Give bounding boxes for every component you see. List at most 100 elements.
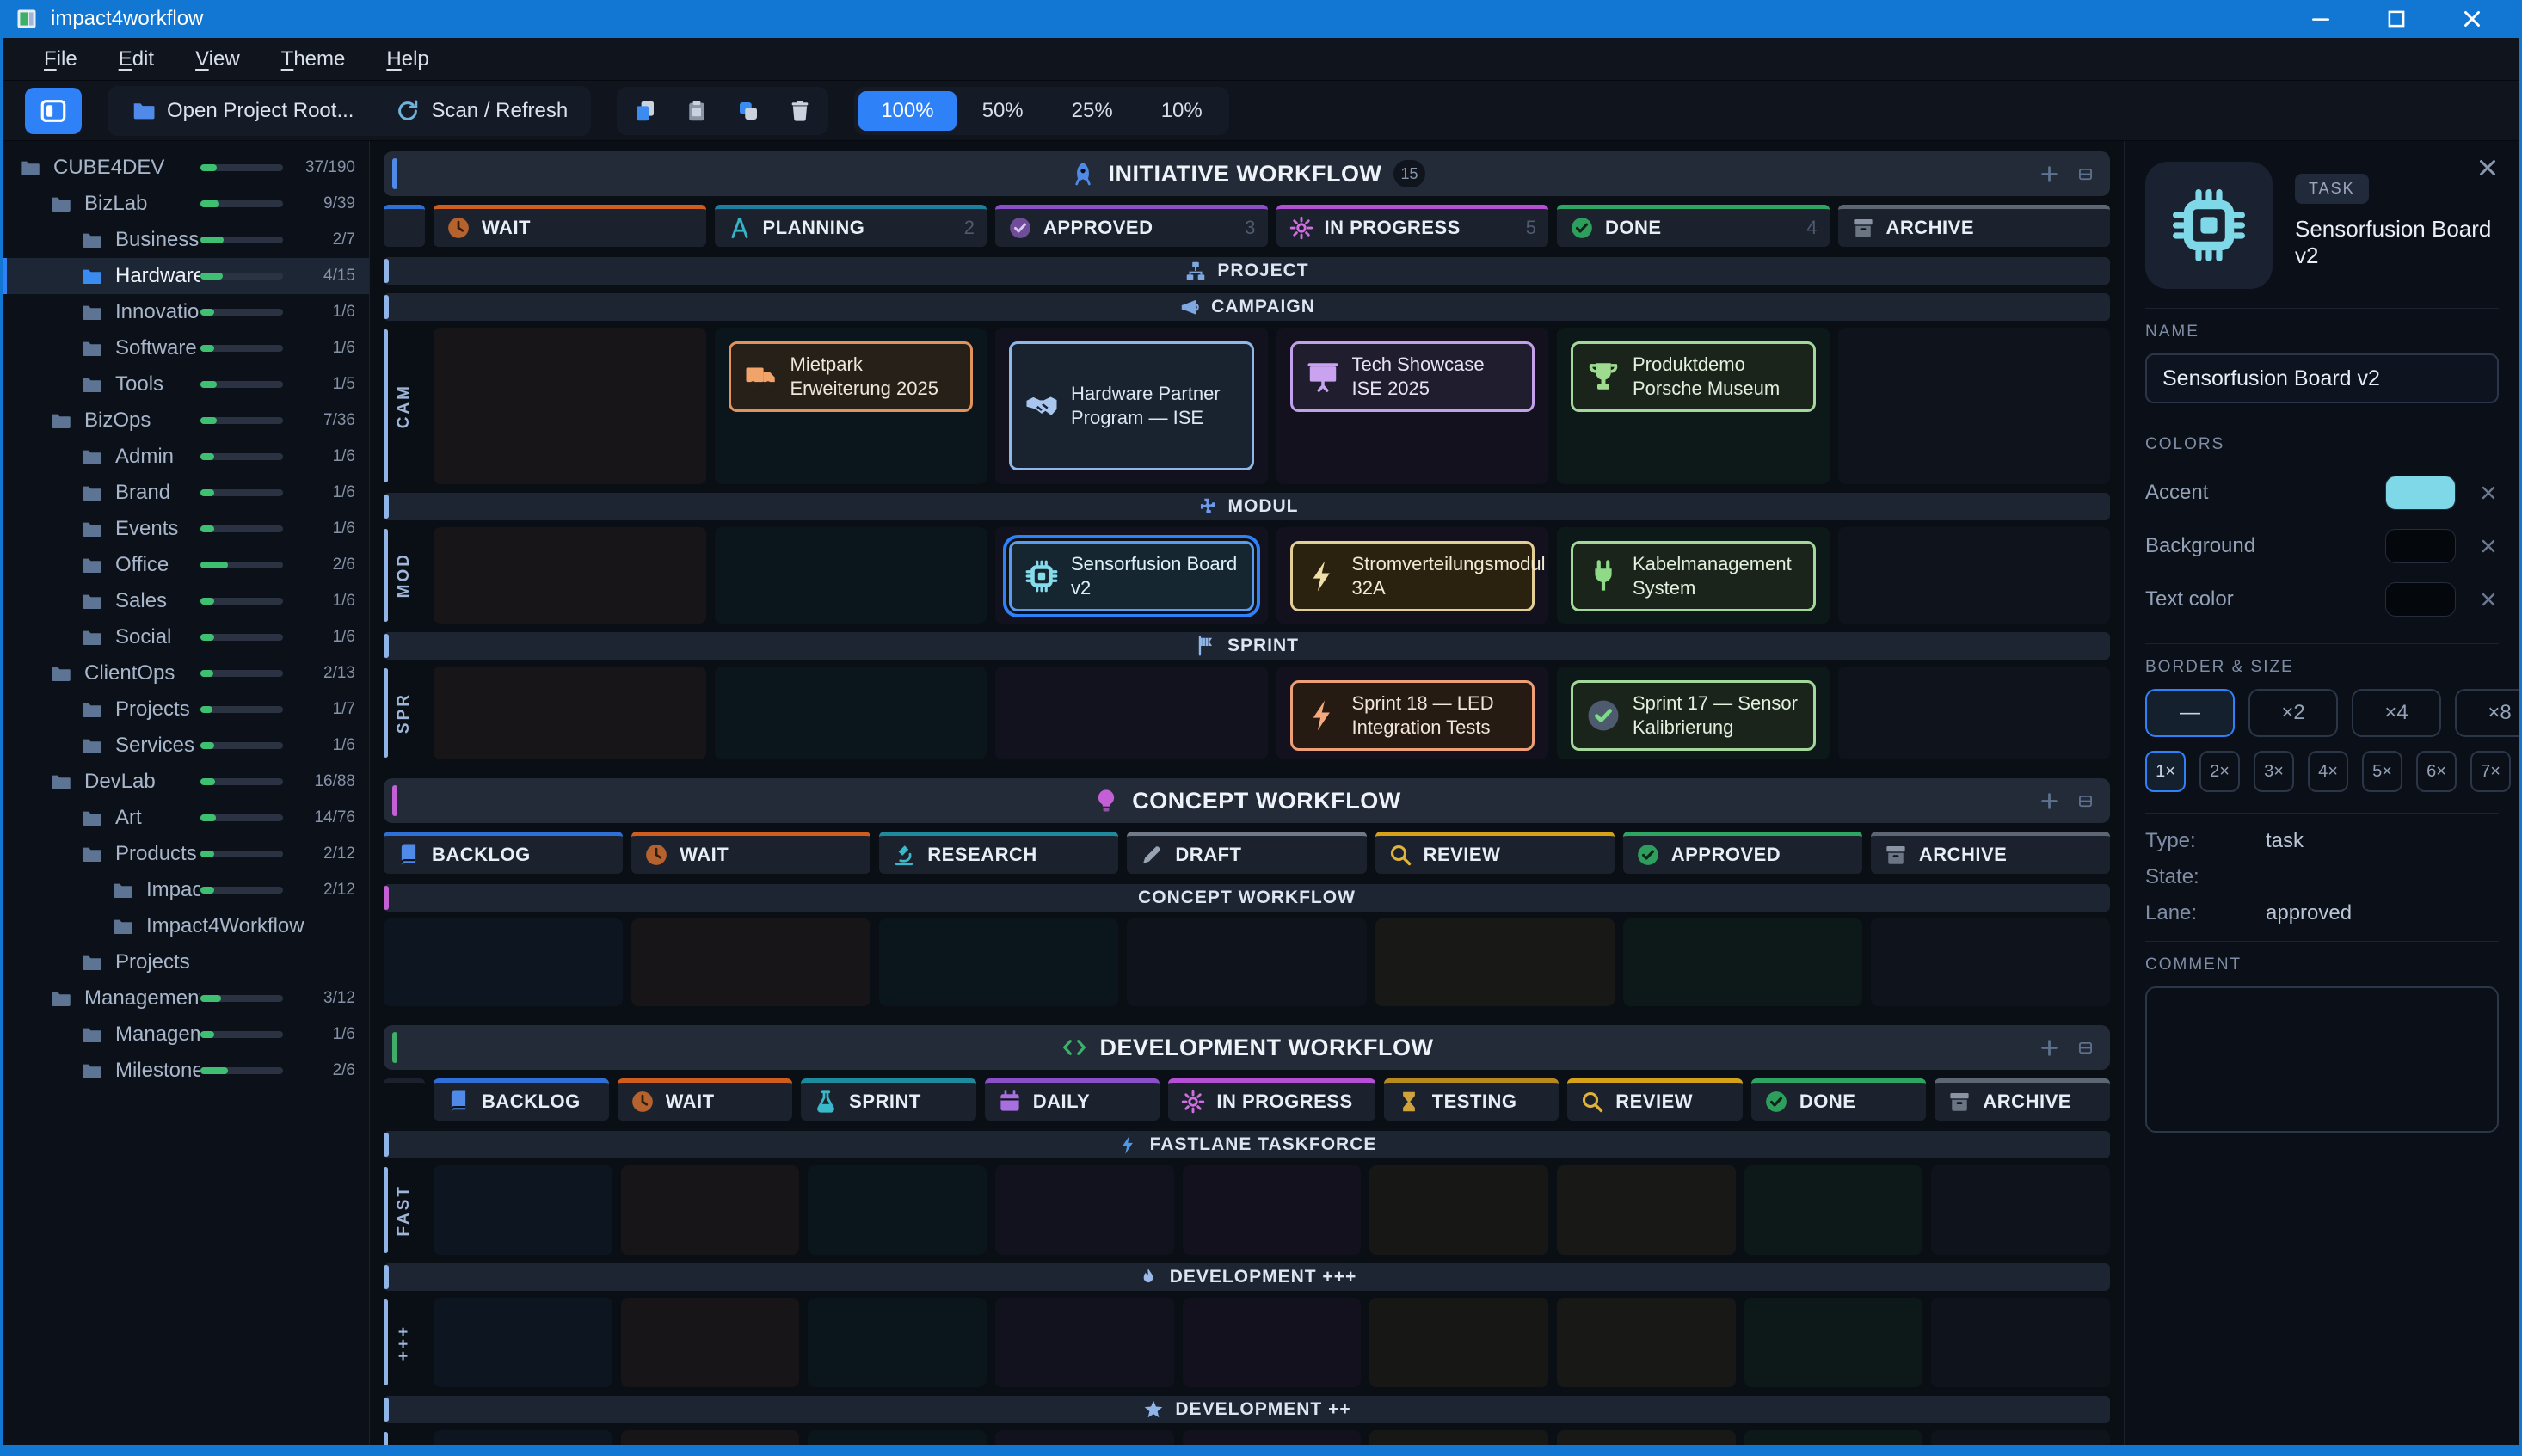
sidebar-item-admin[interactable]: Admin1/6 bbox=[3, 439, 369, 475]
sidebar-item-impact4workflow[interactable]: Impact4Workflow bbox=[3, 908, 369, 944]
folder-icon bbox=[80, 229, 103, 252]
size-option-5x[interactable]: 5× bbox=[2362, 751, 2402, 792]
menu-item-theme[interactable]: Theme bbox=[261, 42, 366, 77]
sidebar-item-business-development[interactable]: Business Development2/7 bbox=[3, 222, 369, 258]
maximize-button[interactable] bbox=[2384, 6, 2409, 32]
border-option-x4[interactable]: ×4 bbox=[2352, 689, 2441, 737]
board-cell bbox=[434, 527, 706, 624]
project-tree-sidebar: CUBE4DEV37/190BizLab9/39Business Develop… bbox=[3, 141, 370, 1445]
column-label: ARCHIVE bbox=[1919, 844, 2008, 866]
card-mietpark-erweiterung-2025[interactable]: Mietpark Erweiterung 2025 bbox=[729, 341, 974, 412]
size-option-7x[interactable]: 7× bbox=[2470, 751, 2511, 792]
close-window-button[interactable] bbox=[2459, 6, 2485, 32]
sidebar-item-sales[interactable]: Sales1/6 bbox=[3, 583, 369, 619]
sidebar-toggle-button[interactable] bbox=[25, 88, 82, 134]
card-stromverteilungsmodul-32a[interactable]: Stromverteilungsmodul 32A bbox=[1290, 541, 1535, 611]
menu-item-help[interactable]: Help bbox=[366, 42, 449, 77]
menu-item-file[interactable]: File bbox=[23, 42, 98, 77]
zoom-10percent-button[interactable]: 10% bbox=[1139, 91, 1225, 131]
sidebar-item-software[interactable]: Software1/6 bbox=[3, 330, 369, 366]
band-label: MODUL bbox=[1228, 496, 1299, 517]
close-inspector-icon[interactable] bbox=[2475, 155, 2500, 181]
clear-color-icon[interactable] bbox=[2478, 536, 2499, 556]
collapse-board-icon[interactable] bbox=[2076, 165, 2094, 183]
board-cell bbox=[434, 1165, 612, 1255]
clock-icon bbox=[643, 842, 669, 868]
size-option-6x[interactable]: 6× bbox=[2416, 751, 2457, 792]
card-tech-showcase-ise-2025[interactable]: Tech Showcase ISE 2025 bbox=[1290, 341, 1535, 412]
paste-button[interactable] bbox=[673, 91, 721, 131]
collapse-board-icon[interactable] bbox=[2076, 792, 2094, 810]
copy-button[interactable] bbox=[621, 91, 669, 131]
meta-value: task bbox=[2266, 829, 2499, 853]
scan-refresh-label: Scan / Refresh bbox=[431, 99, 568, 123]
sidebar-item-events[interactable]: Events1/6 bbox=[3, 511, 369, 547]
clear-color-icon[interactable] bbox=[2478, 589, 2499, 610]
sidebar-item-innovation[interactable]: Innovation1/6 bbox=[3, 294, 369, 330]
comment-textarea[interactable] bbox=[2145, 986, 2499, 1133]
refresh-icon bbox=[395, 98, 421, 124]
card-sensorfusion-board-v2[interactable]: Sensorfusion Board v2 bbox=[1009, 541, 1254, 611]
add-card-icon[interactable] bbox=[2038, 789, 2061, 813]
minimize-button[interactable] bbox=[2308, 6, 2334, 32]
sidebar-item-bizlab[interactable]: BizLab9/39 bbox=[3, 186, 369, 222]
sidebar-item-impact4immersive[interactable]: Impact4Immersive2/12 bbox=[3, 872, 369, 908]
text-color-swatch[interactable] bbox=[2385, 582, 2456, 617]
sidebar-item-services[interactable]: Services1/6 bbox=[3, 728, 369, 764]
column-header-review: REVIEW bbox=[1375, 832, 1615, 874]
sidebar-item-hardware[interactable]: Hardware4/15 bbox=[3, 258, 369, 294]
clear-color-icon[interactable] bbox=[2478, 482, 2499, 503]
menu-item-view[interactable]: View bbox=[175, 42, 261, 77]
column-header-wait: WAIT bbox=[434, 205, 706, 247]
border-option-x2[interactable]: ×2 bbox=[2248, 689, 2338, 737]
sidebar-item-management[interactable]: Management1/6 bbox=[3, 1017, 369, 1053]
add-card-icon[interactable] bbox=[2038, 1036, 2061, 1060]
sidebar-item-bizops[interactable]: BizOps7/36 bbox=[3, 402, 369, 439]
task-meta: Type:taskState:Lane:approved bbox=[2145, 814, 2499, 942]
lane-gutter: MOD bbox=[384, 527, 425, 624]
card-hardware-partner-program-ise[interactable]: Hardware Partner Program — ISE bbox=[1009, 341, 1254, 470]
add-card-icon[interactable] bbox=[2038, 163, 2061, 186]
sidebar-item-tools[interactable]: Tools1/5 bbox=[3, 366, 369, 402]
menu-item-edit[interactable]: Edit bbox=[98, 42, 175, 77]
sidebar-item-art[interactable]: Art14/76 bbox=[3, 800, 369, 836]
sidebar-item-social[interactable]: Social1/6 bbox=[3, 619, 369, 655]
board-cell bbox=[384, 918, 623, 1006]
size-option-1x[interactable]: 1× bbox=[2145, 751, 2186, 792]
progress-count: 1/6 bbox=[293, 736, 355, 755]
size-option-4x[interactable]: 4× bbox=[2308, 751, 2348, 792]
sidebar-item-projects[interactable]: Projects1/7 bbox=[3, 691, 369, 728]
duplicate-button[interactable] bbox=[724, 91, 772, 131]
zoom-50percent-button[interactable]: 50% bbox=[960, 91, 1046, 131]
card-produktdemo-porsche-museum[interactable]: Produktdemo Porsche Museum bbox=[1571, 341, 1816, 412]
zoom-100percent-button[interactable]: 100% bbox=[858, 91, 956, 131]
sidebar-item-brand[interactable]: Brand1/6 bbox=[3, 475, 369, 511]
background-swatch[interactable] bbox=[2385, 529, 2456, 563]
card-sprint-17-sensor-kalibrierung[interactable]: Sprint 17 — Sensor Kalibrierung bbox=[1571, 680, 1816, 751]
sidebar-item-cube4dev[interactable]: CUBE4DEV37/190 bbox=[3, 150, 369, 186]
zoom-25percent-button[interactable]: 25% bbox=[1049, 91, 1135, 131]
board-cell bbox=[1375, 918, 1615, 1006]
sidebar-item-projects[interactable]: Projects bbox=[3, 944, 369, 980]
border-option-none[interactable]: — bbox=[2145, 689, 2235, 737]
size-option-2x[interactable]: 2× bbox=[2199, 751, 2240, 792]
card-sprint-18-led-integration-tests[interactable]: Sprint 18 — LED Integration Tests bbox=[1290, 680, 1535, 751]
sidebar-item-clientops[interactable]: ClientOps2/13 bbox=[3, 655, 369, 691]
border-option-x8[interactable]: ×8 bbox=[2455, 689, 2519, 737]
sidebar-item-devlab[interactable]: DevLab16/88 bbox=[3, 764, 369, 800]
trash-button[interactable] bbox=[776, 91, 824, 131]
sidebar-item-management[interactable]: Management3/12 bbox=[3, 980, 369, 1017]
open-project-root-button[interactable]: Open Project Root... bbox=[112, 90, 372, 132]
scan-refresh-button[interactable]: Scan / Refresh bbox=[376, 90, 587, 132]
task-name-input[interactable] bbox=[2145, 353, 2499, 403]
sidebar-item-products[interactable]: Products2/12 bbox=[3, 836, 369, 872]
column-header-research: RESEARCH bbox=[879, 832, 1118, 874]
board-cell bbox=[1871, 918, 2110, 1006]
size-option-3x[interactable]: 3× bbox=[2254, 751, 2294, 792]
collapse-board-icon[interactable] bbox=[2076, 1039, 2094, 1057]
card-kabelmanagement-system[interactable]: Kabelmanagement System bbox=[1571, 541, 1816, 611]
progress-count: 3/12 bbox=[293, 989, 355, 1008]
sidebar-item-office[interactable]: Office2/6 bbox=[3, 547, 369, 583]
accent-swatch[interactable] bbox=[2385, 476, 2456, 510]
sidebar-item-milestones[interactable]: Milestones2/6 bbox=[3, 1053, 369, 1089]
